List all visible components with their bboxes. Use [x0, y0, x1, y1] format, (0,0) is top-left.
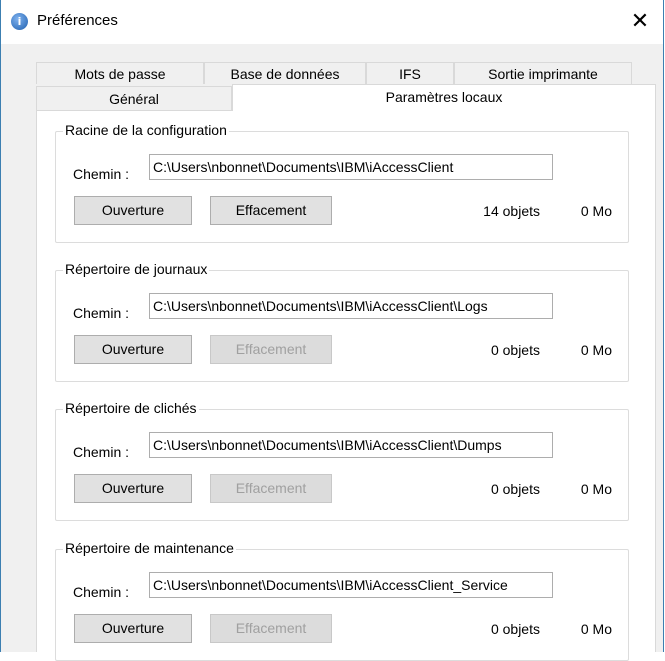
path-field[interactable]: C:\Users\nbonnet\Documents\IBM\iAccessCl… [149, 572, 553, 598]
path-field[interactable]: C:\Users\nbonnet\Documents\IBM\iAccessCl… [149, 293, 553, 319]
open-button[interactable]: Ouverture [74, 474, 192, 503]
tab-base-de-donnees[interactable]: Base de données [204, 62, 366, 84]
size-value: 0 Mo [580, 203, 612, 219]
clear-button[interactable]: Effacement [210, 614, 332, 643]
open-button[interactable]: Ouverture [74, 614, 192, 643]
size-value: 0 Mo [580, 621, 612, 637]
preferences-window: i Préférences ✕ Mots de passe Base de do… [0, 0, 664, 661]
path-label: Chemin : [73, 444, 130, 460]
path-field[interactable]: C:\Users\nbonnet\Documents\IBM\iAccessCl… [149, 154, 553, 180]
path-label: Chemin : [73, 166, 130, 182]
clear-button[interactable]: Effacement [210, 474, 332, 503]
tab-parametres-locaux[interactable]: Paramètres locaux [232, 84, 656, 111]
size-value: 0 Mo [580, 481, 612, 497]
open-button[interactable]: Ouverture [74, 196, 192, 225]
group-title: Répertoire de maintenance [63, 540, 236, 556]
group-title: Répertoire de clichés [63, 400, 199, 416]
group-repertoire-cliches: Répertoire de clichés Chemin : C:\Users\… [55, 400, 629, 521]
object-count: 14 objets [483, 203, 540, 219]
group-title: Racine de la configuration [63, 122, 229, 138]
app-info-icon: i [11, 13, 28, 30]
group-title: Répertoire de journaux [63, 261, 210, 277]
clear-button[interactable]: Effacement [210, 196, 332, 225]
path-field[interactable]: C:\Users\nbonnet\Documents\IBM\iAccessCl… [149, 432, 553, 458]
tab-mots-de-passe[interactable]: Mots de passe [36, 62, 204, 84]
window-title: Préférences [37, 12, 118, 29]
tab-panel-parametres-locaux: Racine de la configuration Chemin : C:\U… [36, 110, 656, 661]
object-count: 0 objets [490, 481, 540, 497]
tab-general[interactable]: Général [36, 86, 232, 110]
group-repertoire-maintenance: Répertoire de maintenance Chemin : C:\Us… [55, 540, 629, 661]
title-bar: i Préférences ✕ [1, 0, 663, 44]
object-count: 0 objets [490, 342, 540, 358]
tab-ifs[interactable]: IFS [366, 62, 454, 84]
close-button[interactable]: ✕ [617, 0, 663, 44]
tab-sortie-imprimante[interactable]: Sortie imprimante [454, 62, 632, 84]
path-label: Chemin : [73, 584, 130, 600]
size-value: 0 Mo [580, 342, 612, 358]
path-label: Chemin : [73, 305, 130, 321]
clear-button[interactable]: Effacement [210, 335, 332, 364]
open-button[interactable]: Ouverture [74, 335, 192, 364]
object-count: 0 objets [490, 621, 540, 637]
group-racine-configuration: Racine de la configuration Chemin : C:\U… [55, 122, 629, 243]
group-repertoire-journaux: Répertoire de journaux Chemin : C:\Users… [55, 261, 629, 382]
